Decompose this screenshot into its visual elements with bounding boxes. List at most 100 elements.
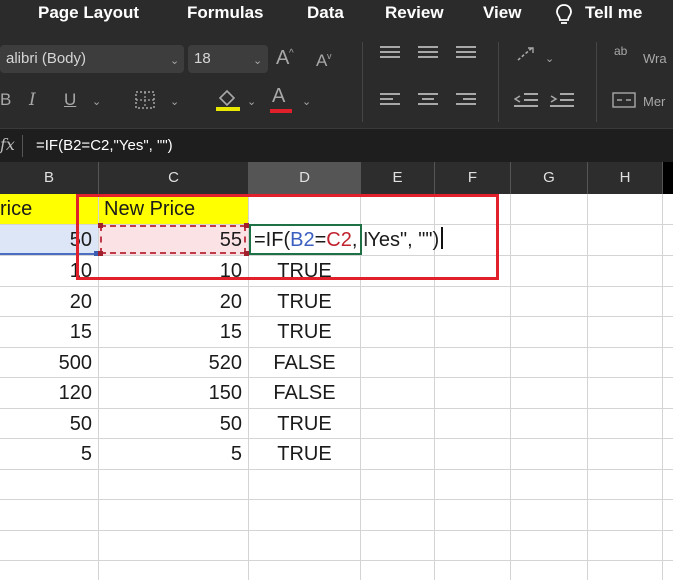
gridline (0, 499, 673, 500)
fill-color-icon[interactable] (214, 86, 242, 112)
gridline (587, 194, 588, 580)
align-center-icon[interactable] (418, 92, 438, 108)
column-header-h[interactable]: H (588, 162, 663, 194)
cell-d6[interactable]: FALSE (249, 348, 360, 378)
chevron-down-icon: ⌄ (253, 55, 263, 67)
column-header-b[interactable]: B (0, 162, 99, 194)
align-left-icon[interactable] (380, 92, 400, 108)
cell-b1-header[interactable]: rice (0, 194, 98, 224)
text-cursor-icon: I (363, 229, 369, 251)
column-header-d[interactable]: D (249, 162, 361, 194)
font-color-swatch (270, 109, 292, 113)
caret-down-icon: v (327, 51, 332, 61)
column-header-g[interactable]: G (511, 162, 588, 194)
column-header-c[interactable]: C (99, 162, 249, 194)
chevron-down-icon: ⌄ (302, 96, 312, 108)
cell-c2[interactable]: 55 (99, 225, 248, 255)
align-bottom-icon[interactable] (456, 45, 476, 59)
underline-icon[interactable]: U (64, 90, 76, 110)
merge-button[interactable]: Mer (643, 94, 665, 109)
fx-icon[interactable]: fx (0, 135, 15, 154)
formula-ref-c2: C2 (326, 229, 352, 251)
align-middle-icon[interactable] (418, 45, 438, 59)
cell-c9[interactable]: 5 (99, 439, 248, 469)
formula-prefix: =IF( (254, 229, 291, 251)
ribbon: Page Layout Formulas Data Review View Te… (0, 0, 673, 128)
formula-suffix: Yes", "") (367, 229, 440, 251)
formula-bar: fx =IF(B2=C2,"Yes", "") (0, 128, 673, 162)
gridline (0, 560, 673, 561)
tab-data[interactable]: Data (307, 2, 344, 24)
font-color-icon[interactable]: A (272, 86, 285, 106)
increase-indent-icon[interactable] (550, 92, 574, 108)
gridline (662, 194, 663, 580)
cell-c6[interactable]: 520 (99, 348, 248, 378)
tab-formulas[interactable]: Formulas (187, 2, 264, 24)
cell-d4[interactable]: TRUE (249, 287, 360, 317)
tab-review[interactable]: Review (385, 2, 444, 24)
wrap-text-icon[interactable]: ab (614, 45, 627, 57)
font-name-select[interactable]: alibri (Body) (0, 45, 184, 73)
spreadsheet-grid[interactable]: rice New Price 50 55 =IF(B2=C2, Yes", "")… (0, 194, 673, 580)
cell-d2-editor[interactable]: =IF(B2=C2, Yes", "") (254, 225, 444, 255)
tell-me-search[interactable]: Tell me (585, 2, 642, 24)
lightbulb-icon[interactable] (555, 4, 573, 26)
cell-b7[interactable]: 120 (0, 378, 98, 408)
cell-d9[interactable]: TRUE (249, 439, 360, 469)
align-top-icon[interactable] (380, 45, 400, 59)
cell-d8[interactable]: TRUE (249, 409, 360, 439)
cell-b8[interactable]: 50 (0, 409, 98, 439)
ribbon-separator (596, 42, 597, 122)
formula-input[interactable]: =IF(B2=C2,"Yes", "") (36, 137, 173, 154)
cell-b4[interactable]: 20 (0, 287, 98, 317)
reference-highlight-b2 (0, 253, 96, 255)
ribbon-separator (362, 42, 363, 122)
decrease-indent-icon[interactable] (514, 92, 538, 108)
gridline (0, 530, 673, 531)
italic-icon[interactable]: I (29, 90, 36, 110)
column-headers: B C D E F G H (0, 162, 673, 194)
cell-c5[interactable]: 15 (99, 317, 248, 347)
cell-b9[interactable]: 5 (0, 439, 98, 469)
chevron-down-icon: ⌄ (247, 96, 257, 108)
align-right-icon[interactable] (456, 92, 476, 108)
cell-c1-header[interactable]: New Price (99, 194, 248, 224)
cell-d5[interactable]: TRUE (249, 317, 360, 347)
gridline (0, 469, 673, 470)
formula-ref-b2: B2 (290, 229, 315, 251)
borders-icon[interactable] (134, 90, 156, 110)
chevron-down-icon: ⌄ (92, 96, 102, 108)
column-header-overflow (663, 162, 673, 194)
cell-b6[interactable]: 500 (0, 348, 98, 378)
cell-b5[interactable]: 15 (0, 317, 98, 347)
grow-font-icon[interactable]: A (276, 48, 289, 68)
tab-page-layout[interactable]: Page Layout (38, 2, 139, 24)
text-caret (441, 227, 444, 249)
cell-b3[interactable]: 10 (0, 256, 98, 286)
cell-c7[interactable]: 150 (99, 378, 248, 408)
caret-up-icon: ^ (289, 48, 294, 59)
shrink-font-icon[interactable]: A (316, 51, 327, 71)
cell-d7[interactable]: FALSE (249, 378, 360, 408)
orientation-icon[interactable] (514, 44, 540, 64)
wrap-text-button[interactable]: Wra (643, 51, 667, 66)
formula-comma: , (351, 229, 358, 251)
cell-c4[interactable]: 20 (99, 287, 248, 317)
merge-cells-icon[interactable] (612, 92, 636, 108)
chevron-down-icon: ⌄ (170, 96, 180, 108)
cell-c8[interactable]: 50 (99, 409, 248, 439)
gridline (510, 194, 511, 580)
column-header-e[interactable]: E (361, 162, 435, 194)
bold-icon[interactable]: B (0, 90, 11, 110)
chevron-down-icon: ⌄ (170, 55, 180, 67)
tab-view[interactable]: View (483, 2, 521, 24)
cell-d3[interactable]: TRUE (249, 256, 360, 286)
chevron-down-icon: ⌄ (545, 53, 555, 65)
cell-c3[interactable]: 10 (99, 256, 248, 286)
formula-equals: = (314, 229, 327, 251)
formula-bar-separator (22, 135, 23, 157)
ribbon-separator (498, 42, 499, 122)
cell-b2[interactable]: 50 (0, 225, 98, 255)
column-header-f[interactable]: F (435, 162, 511, 194)
reference-handle[interactable] (98, 223, 103, 228)
